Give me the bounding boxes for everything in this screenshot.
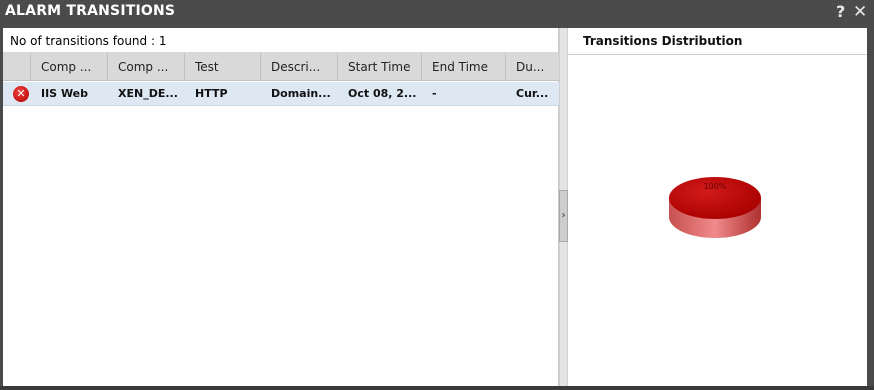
distribution-pie-chart: 100% <box>669 177 761 238</box>
close-icon[interactable]: ✕ <box>853 2 867 22</box>
pie-slice-label: 100% <box>704 182 727 191</box>
table-cell: XEN_DE... <box>118 87 178 100</box>
column-header[interactable]: Descri... <box>261 53 338 81</box>
column-header[interactable]: End Time <box>422 53 506 81</box>
table-cell: HTTP <box>195 87 228 100</box>
status-column-header[interactable] <box>3 53 31 81</box>
distribution-panel: Transitions Distribution 100% <box>568 28 867 386</box>
table-cell: - <box>432 87 437 100</box>
table-cell: IIS Web <box>41 87 89 100</box>
error-icon: ✕ <box>13 86 29 102</box>
table-cell: Oct 08, 2... <box>348 87 417 100</box>
transitions-count: No of transitions found : 1 <box>3 28 558 53</box>
pie-slice-group: 100% <box>669 177 761 238</box>
transitions-panel: No of transitions found : 1 Comp ... Com… <box>3 28 559 386</box>
column-header[interactable]: Comp ... <box>31 53 108 81</box>
distribution-title: Transitions Distribution <box>568 28 867 55</box>
column-header[interactable]: Start Time <box>338 53 422 81</box>
chevron-right-icon[interactable]: › <box>559 190 568 242</box>
help-icon[interactable]: ? <box>836 2 845 21</box>
window-title: ALARM TRANSITIONS <box>5 3 176 19</box>
table-cell: Domain... <box>271 87 331 100</box>
window-bottom-border <box>0 386 874 390</box>
alarm-transitions-window: ALARM TRANSITIONS ? ✕ No of transitions … <box>0 0 874 390</box>
column-header[interactable]: Comp ... <box>108 53 185 81</box>
column-header[interactable]: Du... <box>506 53 559 81</box>
table-header: Comp ... Comp ... Test Descri... Start T… <box>3 53 559 81</box>
column-header[interactable]: Test <box>185 53 261 81</box>
table-row[interactable]: ✕ IIS Web XEN_DE... HTTP Domain... Oct 0… <box>3 82 559 106</box>
table-cell: Cur... <box>516 87 549 100</box>
title-bar: ALARM TRANSITIONS ? ✕ <box>0 0 874 26</box>
